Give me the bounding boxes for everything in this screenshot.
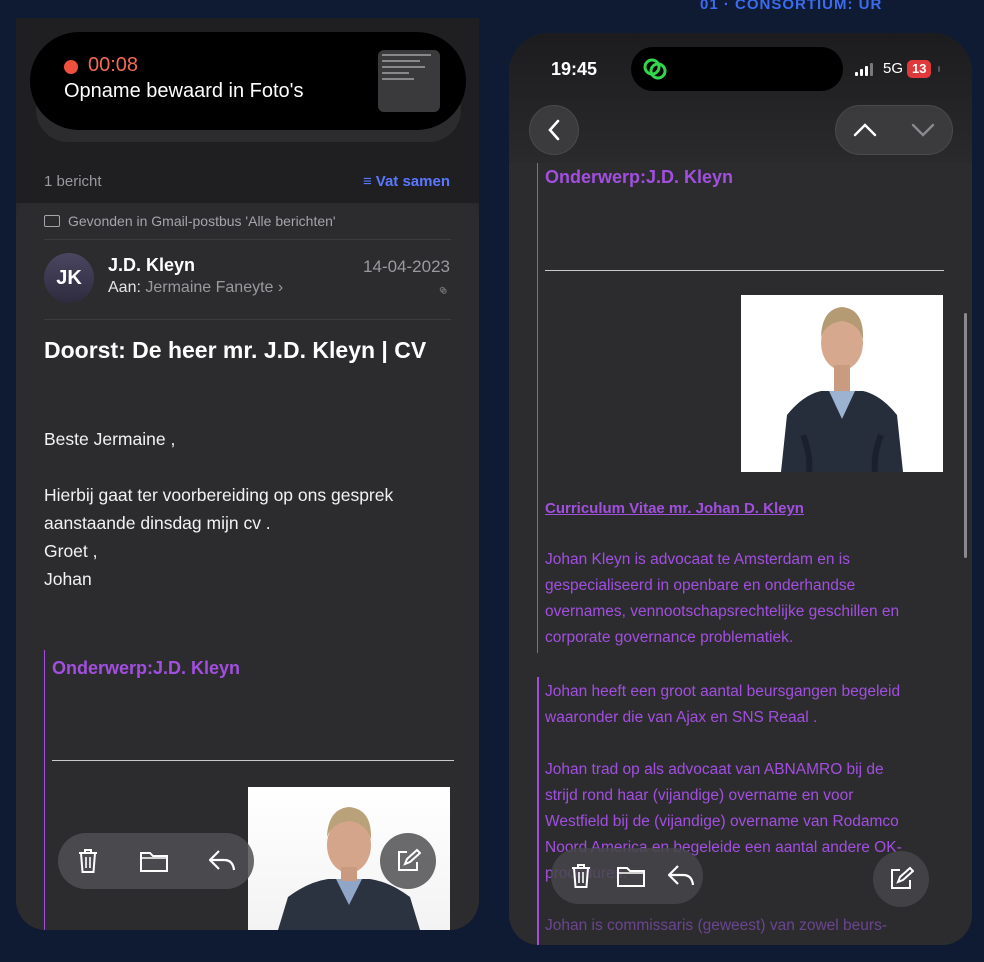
bio-paragraph: Johan heeft een groot aantal beursgangen…	[545, 679, 950, 731]
cv-title-link[interactable]: Curriculum Vitae mr. Johan D. Kleyn	[545, 500, 804, 517]
battery-icon	[938, 66, 940, 72]
message-card: Gevonden in Gmail-postbus 'Alle berichte…	[16, 203, 479, 930]
bottom-toolbar	[58, 833, 254, 889]
avatar[interactable]: JK	[44, 253, 94, 303]
bio-line: corporate governance problematiek.	[545, 629, 794, 646]
trash-icon[interactable]	[72, 845, 104, 877]
previous-message-button[interactable]	[852, 118, 878, 147]
recipient-line[interactable]: Aan: Jermaine Faneyte ›	[108, 279, 283, 297]
compose-icon[interactable]	[873, 851, 929, 907]
quoted-subject: Onderwerp:J.D. Kleyn	[545, 167, 734, 187]
body-line: Johan	[44, 569, 92, 589]
message-subject: Doorst: De heer mr. J.D. Kleyn | CV	[44, 337, 427, 363]
message-date: 14-04-2023	[363, 257, 450, 276]
summarize-label: Vat samen	[375, 173, 450, 190]
folder-icon	[44, 215, 60, 227]
top-edge-text-fragment: 01 · CONSORTIUM: UR	[700, 0, 883, 10]
horizontal-rule	[545, 270, 944, 271]
sender-name[interactable]: J.D. Kleyn	[108, 255, 195, 276]
right-phone-screen: 19:45 5G 13 Onderwerp:J.D. Kleyn Curricu…	[509, 33, 972, 945]
bio-line: Johan Kleyn is advocaat te Amsterdam en …	[545, 551, 850, 568]
bio-paragraph: Johan Kleyn is advocaat te Amsterdam en …	[545, 547, 950, 651]
signal-icon	[855, 63, 873, 76]
chevron-left-icon	[548, 119, 560, 141]
mail-header: 00:08 Opname bewaard in Foto's 1 bericht…	[16, 18, 479, 203]
battery-level: 13	[907, 60, 932, 78]
to-label: Aan:	[108, 279, 141, 296]
bio-line: Johan trad op als advocaat van ABNAMRO b…	[545, 761, 884, 778]
compose-icon[interactable]	[380, 833, 436, 889]
divider	[44, 319, 451, 320]
bio-paragraph: Johan is commissaris (geweest) van zowel…	[545, 913, 950, 939]
scrollbar[interactable]	[964, 313, 967, 558]
recording-thumbnail[interactable]	[378, 50, 440, 112]
found-in-label: Gevonden in Gmail-postbus 'Alle berichte…	[68, 213, 336, 229]
body-line: Groet ,	[44, 541, 98, 561]
quoted-subject: Onderwerp:J.D. Kleyn	[52, 658, 241, 678]
folder-icon[interactable]	[138, 845, 170, 877]
bio-line: gespecialiseerd in openbare en onderhand…	[545, 577, 856, 594]
summarize-button[interactable]: ≡ Vat samen	[363, 173, 450, 190]
back-button[interactable]	[529, 105, 579, 155]
next-message-button[interactable]	[910, 118, 936, 147]
body-line: aanstaande dinsdag mijn cv .	[44, 513, 271, 533]
recording-time: 00:08	[88, 54, 139, 76]
message-count: 1 bericht	[44, 173, 102, 190]
reply-icon[interactable]	[206, 845, 238, 877]
recipient-name: Jermaine Faneyte	[145, 279, 274, 296]
message-navigation	[835, 105, 953, 155]
found-in-row: Gevonden in Gmail-postbus 'Alle berichte…	[44, 213, 336, 229]
chevron-right-icon: ›	[277, 279, 284, 296]
status-and-nav-bar: 19:45 5G 13	[509, 33, 972, 163]
trash-icon[interactable]	[565, 860, 597, 892]
bio-line: Westfield bij de (vijandige) overname va…	[545, 813, 899, 830]
avatar-initials: JK	[56, 266, 82, 289]
bottom-toolbar	[551, 848, 703, 904]
quote-bar	[537, 677, 539, 945]
bio-line: waaronder die van Ajax en SNS Reaal .	[545, 709, 818, 726]
recording-notification[interactable]: 00:08 Opname bewaard in Foto's	[30, 32, 466, 130]
dynamic-island	[631, 47, 843, 91]
chevron-down-icon	[911, 123, 935, 137]
status-time: 19:45	[551, 59, 598, 79]
link-icon	[643, 58, 667, 80]
portrait-photo[interactable]	[741, 295, 943, 472]
body-line: Hierbij gaat ter voorbereiding op ons ge…	[44, 485, 394, 505]
bio-line: overnames, vennootschapsrechtelijke gesc…	[545, 603, 900, 620]
recording-message: Opname bewaard in Foto's	[64, 80, 304, 102]
horizontal-rule	[52, 760, 454, 761]
message-body: Beste Jermaine , Hierbij gaat ter voorbe…	[44, 425, 464, 621]
record-dot-icon	[64, 60, 78, 74]
network-type: 5G	[883, 60, 904, 77]
reply-icon[interactable]	[665, 860, 697, 892]
greeting: Beste Jermaine ,	[44, 429, 176, 449]
paperclip-icon: ⚭	[431, 280, 453, 303]
summarize-icon: ≡	[363, 173, 372, 190]
chevron-up-icon	[853, 123, 877, 137]
left-phone-screen: 00:08 Opname bewaard in Foto's 1 bericht…	[16, 18, 479, 930]
bio-line: strijd rond haar (vijandige) overname en…	[545, 787, 854, 804]
bio-line: Johan is commissaris (geweest) van zowel…	[545, 917, 887, 934]
body-paragraph: Hierbij gaat ter voorbereiding op ons ge…	[44, 481, 464, 593]
divider	[44, 239, 451, 240]
folder-icon[interactable]	[615, 860, 647, 892]
bio-line: Johan heeft een groot aantal beursgangen…	[545, 683, 901, 700]
